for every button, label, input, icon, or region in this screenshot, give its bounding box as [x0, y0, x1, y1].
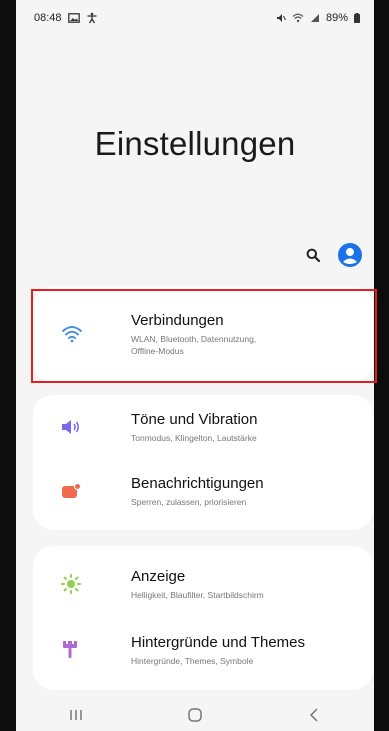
- device-frame-right: [373, 0, 389, 731]
- signal-icon: [310, 13, 320, 23]
- wifi-icon: [292, 13, 304, 23]
- settings-item-verbindungen[interactable]: Verbindungen WLAN, Bluetooth, Datennutzu…: [33, 302, 373, 366]
- settings-item-texts: Hintergründe und Themes Hintergründe, Th…: [131, 634, 305, 667]
- notification-icon: [61, 483, 107, 499]
- settings-item-subtitle: Helligkeit, Blaufilter, Startbildschirm: [131, 589, 264, 600]
- battery-icon: [354, 13, 360, 23]
- phone-screen: 08:48 89% Einstellungen Verbindungen WLA…: [16, 0, 374, 731]
- mute-icon: [276, 13, 286, 23]
- battery-percent: 89%: [325, 12, 348, 24]
- settings-item-hintergruende-themes[interactable]: Hintergründe und Themes Hintergründe, Th…: [33, 618, 373, 682]
- settings-item-label: Benachrichtigungen: [131, 474, 264, 492]
- settings-card-display-themes: Anzeige Helligkeit, Blaufilter, Startbil…: [33, 546, 373, 690]
- page-title: Einstellungen: [94, 125, 296, 162]
- settings-item-texts: Anzeige Helligkeit, Blaufilter, Startbil…: [131, 568, 264, 601]
- volume-icon: [61, 419, 107, 435]
- profile-icon[interactable]: [338, 243, 362, 267]
- settings-item-label: Verbindungen: [131, 311, 224, 329]
- status-time: 08:48: [34, 12, 62, 24]
- gallery-icon: [67, 13, 80, 23]
- home-icon[interactable]: [175, 707, 215, 723]
- settings-item-subtitle: WLAN, Bluetooth, Datennutzung,: [131, 333, 257, 344]
- search-icon[interactable]: [306, 248, 321, 263]
- settings-item-anzeige[interactable]: Anzeige Helligkeit, Blaufilter, Startbil…: [33, 552, 373, 616]
- settings-card-sound-notifications: Töne und Vibration Tonmodus, Klingelton,…: [33, 395, 373, 530]
- status-bar: 08:48 89%: [16, 0, 374, 36]
- settings-item-texts: Töne und Vibration Tonmodus, Klingelton,…: [131, 411, 257, 444]
- sun-icon: [61, 574, 107, 594]
- settings-card-connections: Verbindungen WLAN, Bluetooth, Datennutzu…: [33, 286, 373, 382]
- settings-item-texts: Verbindungen WLAN, Bluetooth, Datennutzu…: [131, 312, 256, 357]
- settings-item-toene-vibration[interactable]: Töne und Vibration Tonmodus, Klingelton,…: [33, 395, 373, 459]
- settings-item-subtitle: Tonmodus, Klingelton, Lautstärke: [131, 432, 257, 443]
- brush-icon: [61, 640, 107, 660]
- navigation-bar: [16, 699, 374, 731]
- settings-item-label: Hintergründe und Themes: [131, 633, 305, 651]
- status-right: 89%: [276, 12, 360, 24]
- status-left: 08:48: [34, 12, 98, 24]
- header-actions: [306, 243, 362, 267]
- settings-item-benachrichtigungen[interactable]: Benachrichtigungen Sperren, zulassen, pr…: [33, 459, 373, 523]
- settings-item-subtitle: Sperren, zulassen, priorisieren: [131, 496, 247, 507]
- settings-item-texts: Benachrichtigungen Sperren, zulassen, pr…: [131, 475, 264, 508]
- recents-icon[interactable]: [56, 709, 96, 721]
- wifi-icon: [61, 324, 107, 344]
- settings-item-label: Anzeige: [131, 567, 186, 585]
- accessibility-icon: [86, 12, 98, 24]
- settings-item-subtitle: Offline-Modus: [131, 345, 184, 356]
- settings-item-label: Töne und Vibration: [131, 410, 258, 428]
- device-frame-left: [0, 0, 16, 731]
- settings-item-subtitle: Hintergründe, Themes, Symbole: [131, 655, 254, 666]
- back-icon[interactable]: [294, 708, 334, 722]
